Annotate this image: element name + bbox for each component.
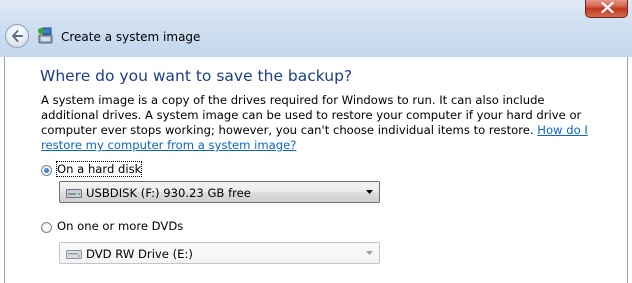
hard-drive-icon	[66, 189, 82, 198]
back-button[interactable]	[5, 24, 29, 48]
hard-disk-select-value: USBDISK (F:) 930.23 GB free	[86, 186, 251, 200]
dvd-radio[interactable]	[41, 222, 52, 233]
wizard-header	[0, 0, 632, 57]
system-image-backup-icon	[38, 27, 53, 44]
dvd-select-value: DVD RW Drive (E:)	[86, 247, 193, 261]
back-arrow-icon	[12, 30, 23, 42]
chevron-down-icon	[366, 251, 373, 255]
dvd-select[interactable]: DVD RW Drive (E:)	[59, 242, 380, 264]
hard-disk-radio[interactable]	[41, 165, 52, 176]
close-icon	[601, 2, 614, 13]
chevron-down-icon	[366, 190, 373, 194]
close-button[interactable]	[585, 0, 628, 18]
dvd-label[interactable]: On one or more DVDs	[57, 219, 183, 233]
wizard-title: Create a system image	[61, 30, 201, 44]
description-body: A system image is a copy of the drives r…	[41, 93, 582, 137]
dvd-drive-icon	[66, 250, 82, 259]
hard-disk-label[interactable]: On a hard disk	[55, 161, 143, 177]
page-heading: Where do you want to save the backup?	[40, 67, 353, 85]
hard-disk-select[interactable]: USBDISK (F:) 930.23 GB free	[59, 181, 380, 203]
description-text: A system image is a copy of the drives r…	[41, 93, 601, 153]
